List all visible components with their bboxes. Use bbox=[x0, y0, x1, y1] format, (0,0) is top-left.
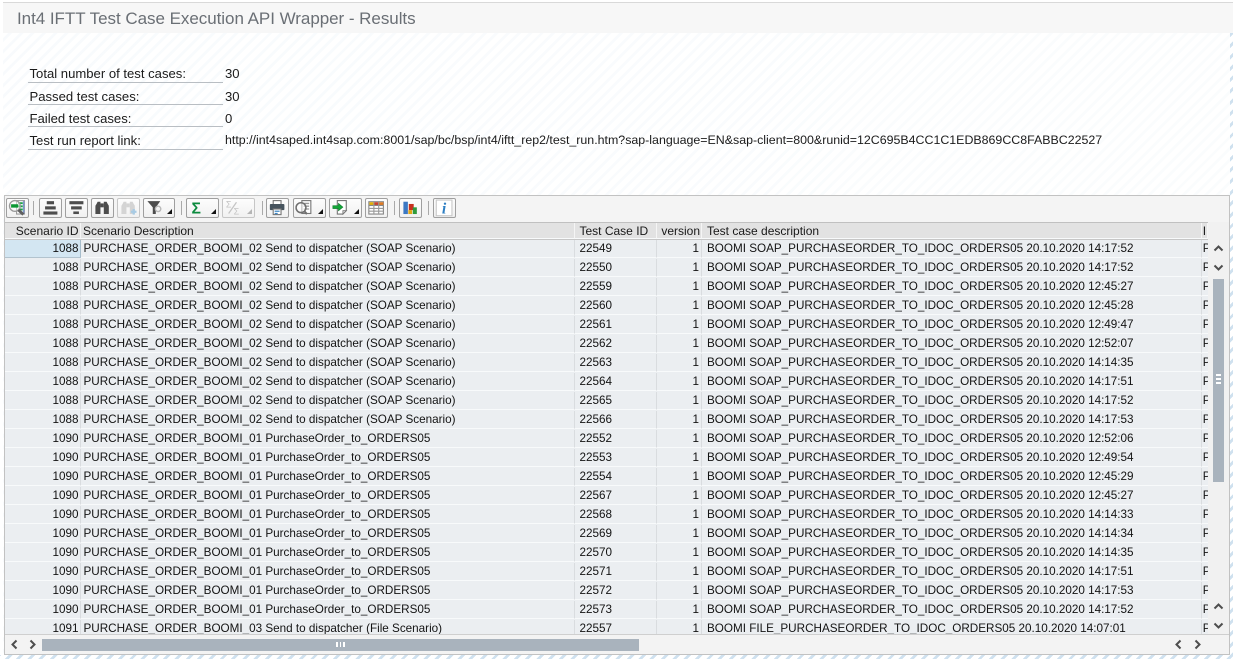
svg-text:i: i bbox=[441, 200, 446, 216]
svg-text:Σ: Σ bbox=[234, 207, 240, 217]
svg-text:Σ: Σ bbox=[226, 199, 232, 209]
svg-text:Σ: Σ bbox=[192, 200, 201, 216]
